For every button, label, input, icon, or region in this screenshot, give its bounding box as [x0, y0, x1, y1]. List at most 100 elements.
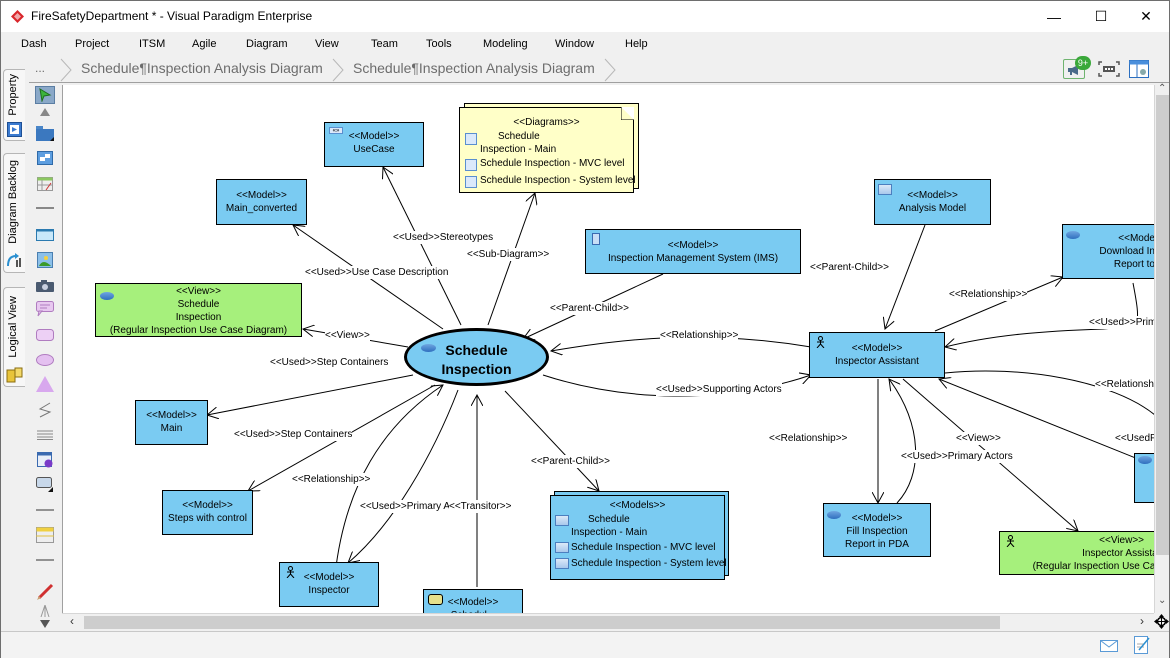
diagram-item[interactable]: Schedule Inspection - System level	[480, 174, 636, 187]
model-inspector[interactable]: <<Model>> Inspector	[279, 562, 379, 607]
tool-model-element[interactable]	[35, 476, 55, 494]
scroll-down-icon[interactable]: ⌄	[1158, 595, 1166, 606]
model-main-converted[interactable]: <<Model>> Main_converted	[216, 179, 307, 225]
menu-agile[interactable]: Agile	[192, 38, 216, 50]
label-relationship-ia-low: <<Relationship>>	[769, 432, 848, 445]
vertical-scrollbar[interactable]: ⌃ ⌄	[1154, 83, 1169, 613]
menu-team[interactable]: Team	[371, 38, 398, 50]
node-name: Inspection Management System (IMS)	[607, 253, 779, 264]
tool-separator-2[interactable]	[35, 551, 55, 569]
menu-itsm[interactable]: ITSM	[139, 38, 165, 50]
model-main[interactable]: <<Model>> Main	[135, 400, 208, 445]
model-item[interactable]: Schedule	[588, 513, 630, 526]
tool-oval[interactable]	[35, 351, 55, 369]
label-used-primary-right: <<Used>>Primary Actor	[1089, 316, 1154, 329]
legend-table-icon	[36, 527, 54, 543]
model-fill-inspection-report[interactable]: <<Model>> Fill Inspection Report in PDA	[823, 503, 931, 557]
tool-text[interactable]	[35, 426, 55, 444]
diagram-canvas[interactable]: Schedule Inspection «» <<Model>> UseCase…	[62, 85, 1154, 613]
model-item[interactable]: Schedule Inspection - MVC level	[571, 541, 716, 554]
menu-dash[interactable]: Dash	[21, 38, 47, 50]
mail-icon[interactable]	[1100, 640, 1118, 652]
tool-package[interactable]	[35, 125, 55, 143]
model-schedule-partial[interactable]: <<Model>> Schedul...	[423, 589, 523, 613]
menu-view[interactable]: View	[315, 38, 339, 50]
edit-notes-icon[interactable]	[1134, 636, 1150, 654]
model-item[interactable]: Inspection - Main	[571, 526, 647, 539]
breadcrumb-item[interactable]: Schedule¶Inspection Analysis Diagram	[81, 60, 323, 80]
tool-callout[interactable]	[35, 300, 55, 318]
horizontal-scrollbar[interactable]: ‹ ›	[62, 613, 1154, 630]
use-case-schedule-inspection[interactable]: Schedule Inspection	[404, 328, 549, 386]
model-analysis[interactable]: <<Model>> Analysis Model	[874, 179, 991, 225]
tool-legend[interactable]	[35, 526, 55, 544]
model-partial-right[interactable]	[1134, 453, 1154, 503]
pan-move-icon[interactable]	[1154, 614, 1169, 629]
menu-help[interactable]: Help	[625, 38, 648, 50]
tool-camera[interactable]	[35, 277, 55, 295]
fit-diagram-icon[interactable]	[1098, 61, 1120, 77]
menu-window[interactable]: Window	[555, 38, 594, 50]
model-item[interactable]: Schedule Inspection - System level	[571, 557, 727, 570]
models-package[interactable]: <<Models>> Schedule Inspection - Main Sc…	[550, 495, 727, 580]
menu-modeling[interactable]: Modeling	[483, 38, 528, 50]
menu-project[interactable]: Project	[75, 38, 109, 50]
toolbox-scroll-up[interactable]	[35, 107, 55, 117]
tool-rounded-rect[interactable]	[35, 326, 55, 344]
tool-rectangle[interactable]	[35, 226, 55, 244]
tab-logical-view[interactable]: Logical View	[3, 287, 25, 387]
tool-zigzag[interactable]	[35, 401, 55, 419]
diagram-item[interactable]: Schedule Inspection - MVC level	[480, 157, 625, 170]
label-used-supporting: <<Used>>Supporting Actors	[656, 383, 782, 396]
close-button[interactable]: ✕	[1123, 1, 1169, 32]
tool-info-table[interactable]	[35, 451, 55, 469]
tab-property[interactable]: Property	[3, 69, 25, 141]
toolbox-scroll-down[interactable]	[35, 619, 55, 629]
tool-separator[interactable]	[35, 501, 55, 519]
scroll-left-icon[interactable]: ‹	[70, 614, 74, 628]
model-steps-with-control[interactable]: <<Model>> Steps with control	[162, 490, 253, 535]
vertical-scroll-thumb[interactable]	[1156, 95, 1169, 555]
node-name: Main_converted	[225, 203, 298, 214]
node-stereotype: <<View>>	[176, 286, 221, 297]
tool-triangle[interactable]	[35, 375, 55, 393]
folder-tree-icon	[6, 367, 23, 383]
view-schedule-inspection[interactable]: <<View>> Schedule Inspection (Regular In…	[95, 283, 302, 337]
node-name: Report in PDA	[845, 539, 909, 550]
tab-diagram-backlog-label: Diagram Backlog	[7, 160, 19, 244]
model-ims[interactable]: <<Model>> Inspection Management System (…	[585, 229, 801, 274]
tool-more[interactable]	[35, 605, 55, 617]
breadcrumb-item-current[interactable]: Schedule¶Inspection Analysis Diagram	[353, 60, 595, 80]
tool-subsystem[interactable]	[35, 149, 55, 167]
tool-image[interactable]	[35, 251, 55, 269]
maximize-button[interactable]: ☐	[1078, 1, 1124, 32]
separator-line-icon	[36, 559, 54, 561]
model-icon	[555, 542, 569, 553]
layout-panel-icon[interactable]	[1129, 60, 1149, 78]
menu-diagram[interactable]: Diagram	[246, 38, 288, 50]
tool-table[interactable]	[35, 175, 55, 193]
scroll-right-icon[interactable]: ›	[1140, 614, 1144, 628]
tool-selector[interactable]	[35, 86, 55, 104]
scroll-up-icon[interactable]: ⌃	[1158, 83, 1166, 94]
node-name: Download In	[1099, 246, 1154, 257]
view-inspector-assistant[interactable]: <<View>> Inspector Assistant (Regular In…	[999, 531, 1154, 575]
model-inspector-assistant[interactable]: <<Model>> Inspector Assistant	[809, 332, 945, 378]
diagram-item[interactable]: Inspection - Main	[480, 143, 556, 156]
model-usecase[interactable]: «» <<Model>> UseCase	[324, 122, 424, 167]
menu-tools[interactable]: Tools	[426, 38, 452, 50]
label-parent-child-right: <<Parent-Child>>	[810, 261, 889, 274]
model-download-report[interactable]: <<Mode Download In Report to	[1062, 224, 1154, 279]
triangle-icon	[36, 376, 54, 392]
diagram-item[interactable]: Schedule	[498, 130, 540, 143]
breadcrumb-more[interactable]: ...	[35, 61, 45, 81]
diagrams-note[interactable]: <<Diagrams>> Schedule Inspection - Main …	[459, 107, 636, 193]
minimize-button[interactable]: —	[1031, 1, 1077, 32]
actor-icon	[1006, 535, 1015, 547]
model-icon	[555, 558, 569, 569]
tool-pencil[interactable]	[35, 583, 55, 601]
tab-diagram-backlog[interactable]: Diagram Backlog	[3, 153, 25, 273]
notifications-button[interactable]: 9+	[1063, 56, 1091, 79]
horizontal-scroll-thumb[interactable]	[84, 616, 1000, 629]
tool-line[interactable]	[35, 199, 55, 217]
